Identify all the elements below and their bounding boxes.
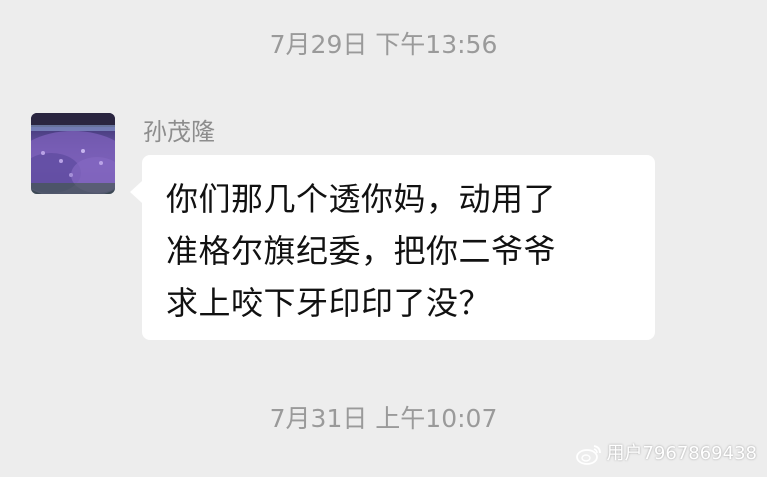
weibo-watermark: 用户7967869438 bbox=[576, 443, 757, 465]
message-bubble[interactable]: 你们那几个透你妈，动用了 准格尔旗纪委，把你二爷爷 求上咬下牙印印了没？ bbox=[130, 155, 655, 340]
timestamp-second: 7月31日 上午10:07 bbox=[269, 404, 498, 433]
message-line: 准格尔旗纪委，把你二爷爷 bbox=[166, 232, 557, 270]
message-line: 你们那几个透你妈，动用了 bbox=[166, 180, 557, 218]
message-line: 求上咬下牙印印了没？ bbox=[166, 284, 492, 322]
sender-name: 孙茂隆 bbox=[143, 118, 215, 146]
lavender-field-avatar-image bbox=[31, 113, 115, 194]
sender-avatar[interactable] bbox=[31, 113, 115, 194]
weibo-logo-icon bbox=[576, 445, 602, 465]
watermark-text: 用户7967869438 bbox=[606, 443, 757, 464]
timestamp-first: 7月29日 下午13:56 bbox=[269, 30, 498, 59]
